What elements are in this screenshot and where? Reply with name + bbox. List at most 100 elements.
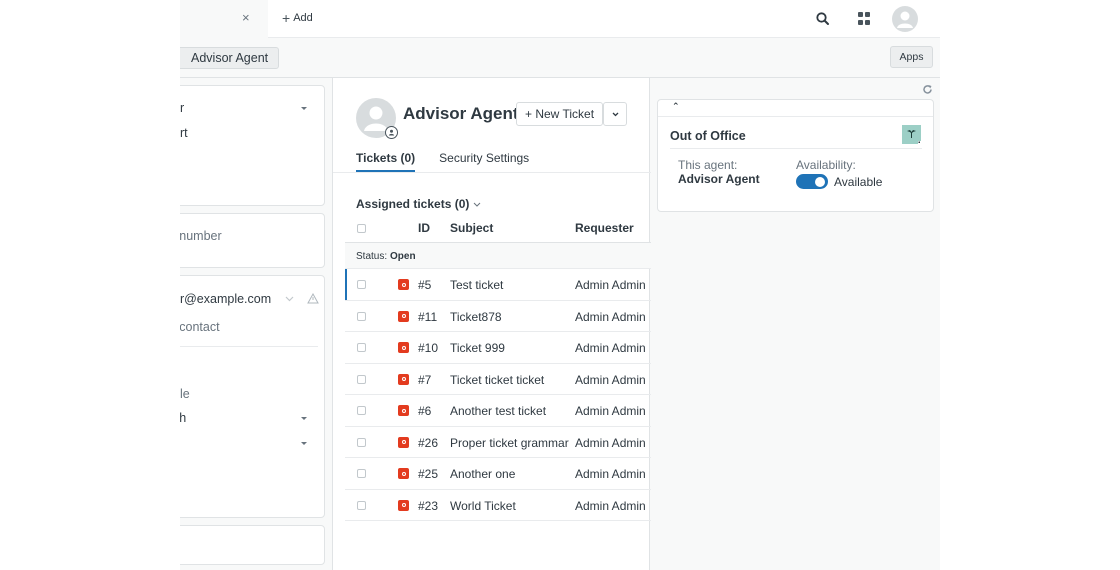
app-title: Out of Office bbox=[670, 129, 746, 143]
ticket-id[interactable]: #10 bbox=[418, 341, 438, 355]
warning-icon bbox=[307, 293, 319, 304]
chevron-up-icon: ⌃ bbox=[672, 101, 680, 111]
search-icon[interactable] bbox=[814, 10, 832, 28]
agent-label: This agent: bbox=[678, 158, 738, 172]
out-of-office-app: ⌃ Out of Office This agent: Advisor Agen… bbox=[657, 99, 934, 212]
ticket-subject[interactable]: Ticket878 bbox=[450, 310, 502, 324]
status-open-icon bbox=[398, 279, 409, 290]
availability-toggle[interactable] bbox=[796, 174, 828, 189]
timezone-caret-icon[interactable] bbox=[301, 442, 307, 445]
row-checkbox[interactable] bbox=[357, 311, 366, 321]
chevron-down-icon bbox=[612, 112, 618, 116]
ticket-requester[interactable]: Admin Admin bbox=[575, 373, 646, 387]
ticket-id[interactable]: #23 bbox=[418, 499, 438, 513]
column-header-subject[interactable]: Subject bbox=[450, 221, 493, 235]
add-tab-button[interactable]: + Add bbox=[282, 11, 313, 25]
user-details-panel: or ort l number or@example.com l contact… bbox=[180, 78, 332, 570]
ticket-requester[interactable]: Admin Admin bbox=[575, 499, 646, 513]
email-value[interactable]: or@example.com bbox=[180, 292, 271, 306]
row-checkbox[interactable] bbox=[357, 469, 366, 478]
table-row[interactable]: #11 Ticket878 Admin Admin bbox=[345, 301, 651, 332]
ticket-requester[interactable]: Admin Admin bbox=[575, 404, 646, 418]
column-header-requester[interactable]: Requester bbox=[575, 221, 634, 235]
organization-field[interactable]: ple bbox=[180, 387, 190, 401]
notes-card[interactable] bbox=[180, 525, 325, 565]
ticket-id[interactable]: #11 bbox=[418, 310, 437, 324]
row-checkbox[interactable] bbox=[357, 374, 366, 384]
ticket-subject[interactable]: Ticket 999 bbox=[450, 341, 505, 355]
tab-tickets[interactable]: Tickets (0) bbox=[356, 151, 416, 173]
language-select[interactable]: sh bbox=[180, 411, 186, 425]
table-row[interactable]: #10 Ticket 999 Admin Admin bbox=[345, 332, 651, 364]
ticket-subject[interactable]: Test ticket bbox=[450, 278, 503, 292]
workspace-tab[interactable]: × bbox=[180, 0, 268, 38]
status-open-icon bbox=[398, 436, 409, 448]
status-open-icon bbox=[398, 405, 409, 416]
role-caret-icon[interactable] bbox=[301, 107, 307, 110]
divider bbox=[670, 148, 922, 149]
column-header-id[interactable]: ID bbox=[418, 221, 430, 235]
ticket-id[interactable]: #26 bbox=[418, 436, 438, 450]
table-row[interactable]: #5 Test ticket Admin Admin bbox=[345, 269, 651, 301]
palm-tree-icon bbox=[902, 125, 921, 144]
row-checkbox[interactable] bbox=[357, 437, 366, 447]
availability-label: Availability: bbox=[796, 158, 856, 172]
tabs-divider bbox=[333, 172, 651, 173]
row-checkbox[interactable] bbox=[357, 280, 366, 289]
status-group-header: Status: Open bbox=[345, 243, 651, 269]
row-checkbox[interactable] bbox=[357, 500, 366, 510]
apps-button[interactable]: Apps bbox=[890, 46, 933, 68]
refresh-icon[interactable] bbox=[922, 84, 933, 98]
row-checkbox[interactable] bbox=[357, 406, 366, 415]
table-row[interactable]: #6 Another test ticket Admin Admin bbox=[345, 395, 651, 427]
new-ticket-button[interactable]: + New Ticket bbox=[516, 102, 604, 126]
table-row[interactable]: #26 Proper ticket grammar Admin Admin bbox=[345, 427, 651, 458]
add-contact-link[interactable]: l contact bbox=[180, 320, 220, 334]
new-ticket-menu-button[interactable] bbox=[603, 102, 627, 126]
chevron-down-icon bbox=[474, 202, 481, 207]
apps-grid-icon[interactable] bbox=[858, 12, 872, 26]
ticket-subject[interactable]: Ticket ticket ticket bbox=[450, 373, 544, 387]
table-row[interactable]: #25 Another one Admin Admin bbox=[345, 458, 651, 490]
ticket-requester[interactable]: Admin Admin bbox=[575, 341, 646, 355]
ticket-id[interactable]: #25 bbox=[418, 467, 438, 481]
ticket-subject[interactable]: Another one bbox=[450, 467, 515, 481]
table-row[interactable]: #7 Ticket ticket ticket Admin Admin bbox=[345, 364, 651, 395]
top-bar: × + Add bbox=[180, 0, 940, 38]
user-tickets-panel: Advisor Agent + New Ticket Tickets (0) S… bbox=[332, 78, 651, 570]
user-tab[interactable]: Advisor Agent bbox=[180, 47, 280, 69]
add-tab-label: Add bbox=[293, 12, 313, 24]
ticket-id[interactable]: #6 bbox=[418, 404, 431, 418]
status-open-icon bbox=[398, 499, 409, 511]
phone-field[interactable]: l number bbox=[180, 229, 222, 243]
contact-card: or@example.com l contact ple sh bbox=[180, 275, 325, 518]
select-all-checkbox[interactable] bbox=[357, 224, 366, 233]
ticket-requester[interactable]: Admin Admin bbox=[575, 278, 646, 292]
role-select[interactable]: or bbox=[180, 101, 184, 115]
close-tab-icon[interactable]: × bbox=[242, 10, 250, 25]
ticket-id[interactable]: #5 bbox=[418, 278, 431, 292]
assigned-tickets-dropdown[interactable]: Assigned tickets (0) bbox=[356, 197, 481, 211]
tab-security-settings[interactable]: Security Settings bbox=[439, 151, 529, 173]
status-open-icon bbox=[398, 342, 409, 353]
sub-header: Advisor Agent Apps bbox=[180, 38, 940, 78]
language-caret-icon[interactable] bbox=[301, 417, 307, 420]
ticket-subject[interactable]: Another test ticket bbox=[450, 404, 546, 418]
status-open-icon bbox=[398, 468, 409, 479]
email-chevron-icon[interactable] bbox=[285, 296, 294, 302]
assigned-tickets-label: Assigned tickets (0) bbox=[356, 197, 470, 211]
ticket-subject[interactable]: Proper ticket grammar bbox=[450, 436, 569, 450]
table-row[interactable]: #23 World Ticket Admin Admin bbox=[345, 490, 651, 521]
ticket-id[interactable]: #7 bbox=[418, 373, 431, 387]
ticket-requester[interactable]: Admin Admin bbox=[575, 436, 646, 450]
collapse-app-button[interactable]: ⌃ bbox=[658, 100, 933, 117]
ticket-requester[interactable]: Admin Admin bbox=[575, 467, 646, 481]
ticket-subject[interactable]: World Ticket bbox=[450, 499, 516, 513]
table-header: ID Subject Requester bbox=[345, 212, 651, 243]
status-open-icon bbox=[398, 373, 409, 385]
divider bbox=[180, 346, 318, 347]
row-checkbox[interactable] bbox=[357, 343, 366, 352]
app-window: × + Add Advisor Agent Apps or ort l numb… bbox=[180, 0, 940, 570]
ticket-requester[interactable]: Admin Admin bbox=[575, 310, 646, 324]
user-avatar-icon[interactable] bbox=[892, 6, 918, 32]
